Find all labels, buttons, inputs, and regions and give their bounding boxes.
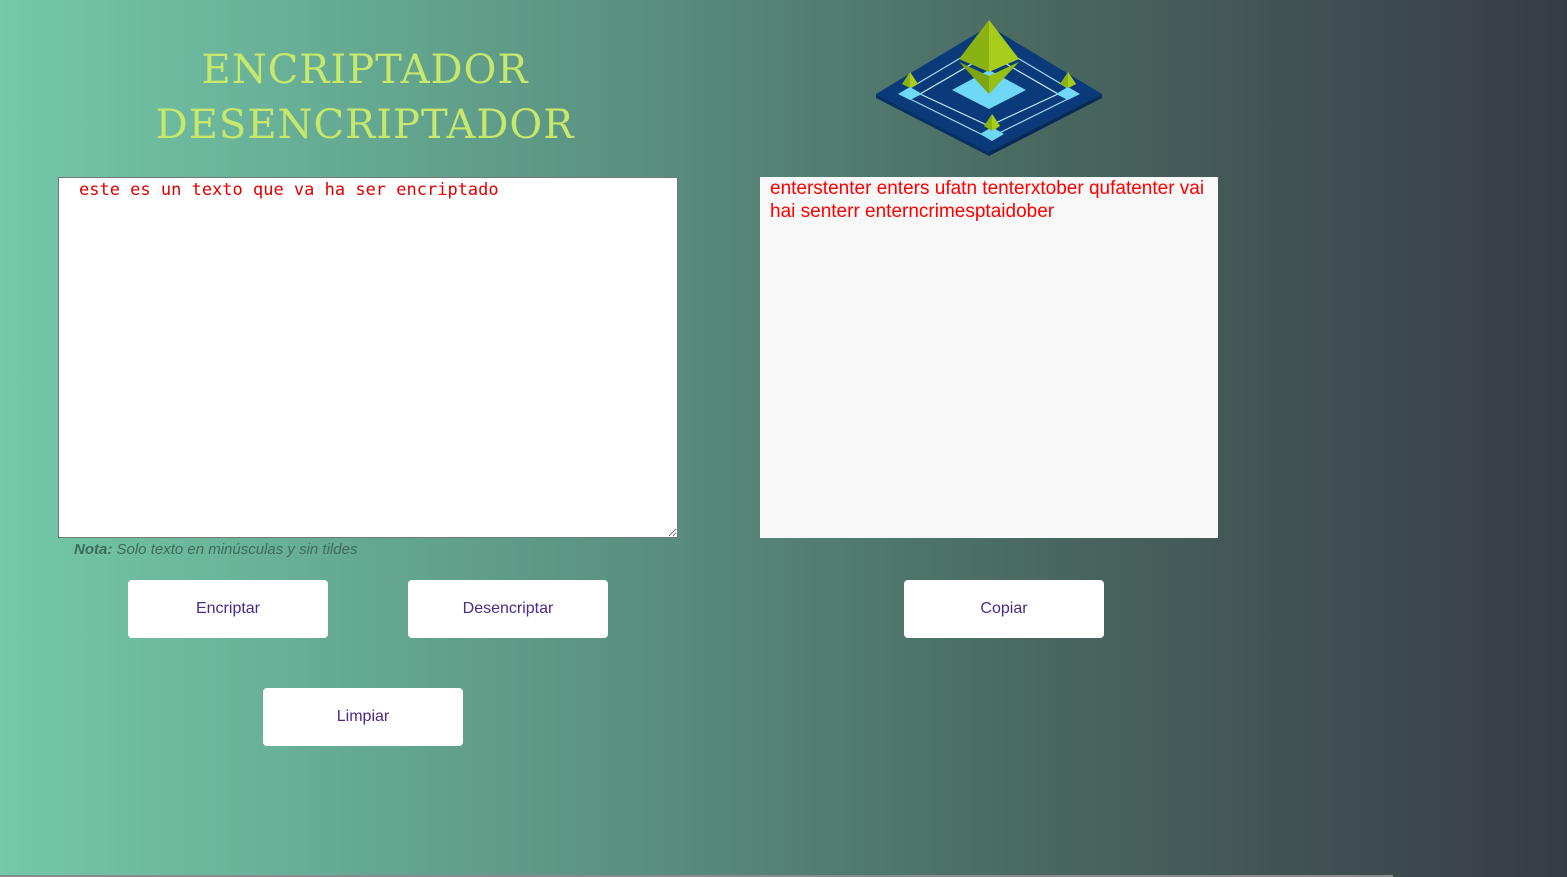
page-title-line-2: DESENCRIPTADOR xyxy=(155,102,575,148)
page-title-line-1: ENCRIPTADOR xyxy=(201,47,529,93)
copy-button[interactable]: Copiar xyxy=(904,580,1104,638)
output-text: enterstenter enters ufatn tenterxtober q… xyxy=(760,177,1218,538)
encrypt-button[interactable]: Encriptar xyxy=(128,580,328,638)
note-text: Solo texto en minúsculas y sin tildes xyxy=(116,541,358,558)
decrypt-button[interactable]: Desencriptar xyxy=(408,580,608,638)
text-input[interactable]: este es un texto que va ha ser encriptad… xyxy=(58,177,678,538)
clear-button[interactable]: Limpiar xyxy=(263,688,463,746)
input-note: Nota: Solo texto en minúsculas y sin til… xyxy=(74,541,357,558)
ethereum-crystal-logo-icon xyxy=(876,20,1102,156)
note-label: Nota: xyxy=(74,541,113,558)
